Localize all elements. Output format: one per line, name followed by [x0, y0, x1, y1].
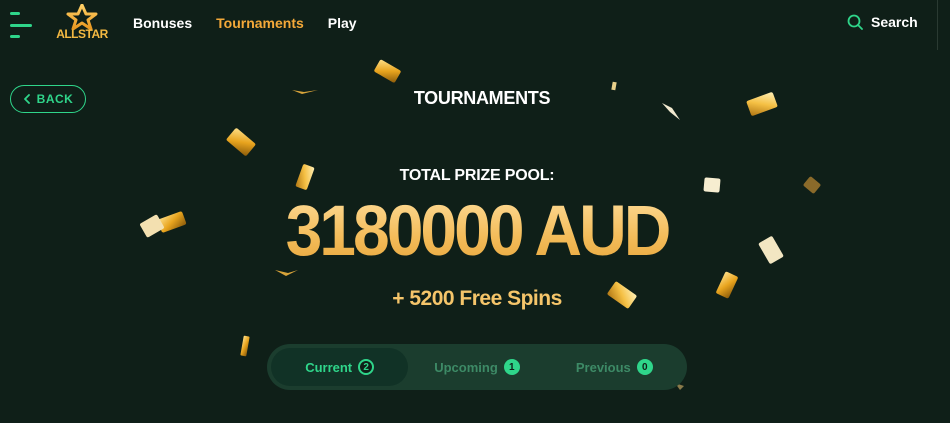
- prize-pool-amount: 3180000 AUD: [0, 189, 950, 271]
- logo-text: ALLSTAR: [56, 27, 108, 41]
- free-spins-text: + 5200 Free Spins: [392, 287, 562, 310]
- gold-bar-icon: [374, 59, 401, 83]
- tab-upcoming[interactable]: Upcoming 1: [408, 348, 545, 386]
- search-button[interactable]: Search: [847, 14, 918, 30]
- header-divider: [937, 0, 938, 50]
- top-header: ALLSTAR Bonuses Tournaments Play Search: [0, 0, 950, 50]
- search-icon: [847, 14, 863, 30]
- prize-pool-label: TOTAL PRIZE POOL:: [399, 167, 555, 184]
- search-label: Search: [871, 14, 918, 30]
- tab-previous[interactable]: Previous 0: [546, 348, 683, 386]
- tab-label: Upcoming: [434, 359, 498, 375]
- nav-play[interactable]: Play: [328, 15, 357, 31]
- allstar-logo[interactable]: ALLSTAR: [52, 4, 112, 44]
- gold-bar-icon: [240, 335, 250, 357]
- tab-current[interactable]: Current 2: [271, 348, 409, 386]
- tab-label: Current: [305, 359, 353, 375]
- tab-count-badge: 0: [636, 359, 653, 375]
- gold-bar-icon: [226, 128, 256, 156]
- tournament-tabs: Current 2 Upcoming 1 Previous 0: [267, 344, 687, 390]
- page-title: TOURNAMENTS: [413, 88, 551, 108]
- nav-tournaments[interactable]: Tournaments: [216, 15, 304, 31]
- tab-label: Previous: [575, 359, 631, 375]
- tab-count-badge: 2: [358, 359, 375, 375]
- nav-bonuses[interactable]: Bonuses: [133, 15, 192, 31]
- main-nav: Bonuses Tournaments Play: [133, 15, 357, 31]
- tab-count-badge: 1: [503, 359, 520, 375]
- menu-icon[interactable]: [10, 12, 34, 38]
